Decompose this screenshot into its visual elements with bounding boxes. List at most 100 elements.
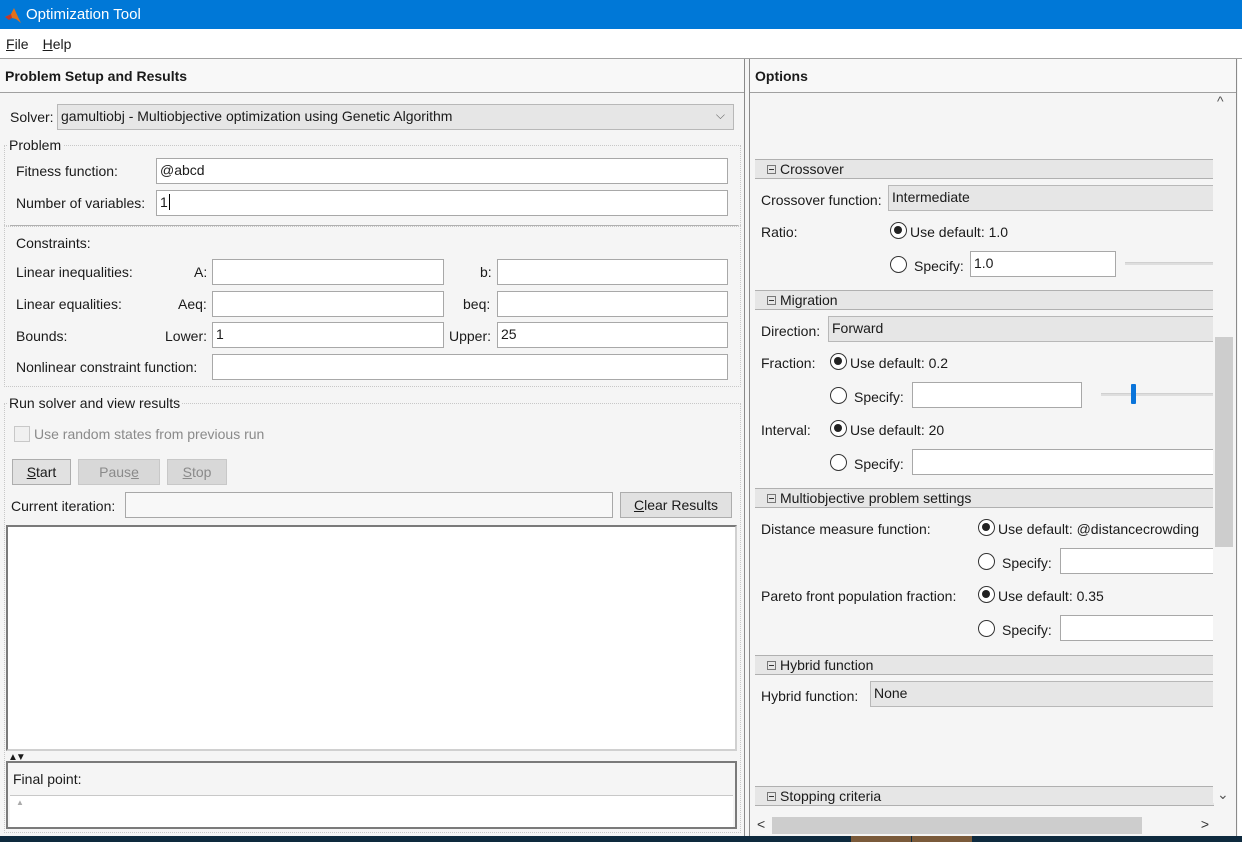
crossover-function-dropdown[interactable]: Intermediate: [888, 185, 1214, 211]
Aeq-label: Aeq:: [178, 296, 207, 312]
run-solver-title: Run solver and view results: [7, 395, 183, 411]
collapse-icon: [767, 660, 776, 670]
fraction-specify-input[interactable]: [912, 382, 1082, 408]
scroll-up-icon[interactable]: ^: [1217, 93, 1224, 109]
stopping-criteria-section-header[interactable]: Stopping criteria: [755, 786, 1214, 806]
chevron-down-icon: ⌵: [715, 108, 725, 122]
distance-default-radio[interactable]: [978, 519, 995, 536]
hybrid-function-label: Hybrid function:: [761, 688, 859, 704]
ratio-specify-input[interactable]: 1.0: [970, 251, 1116, 277]
distance-specify-radio[interactable]: [978, 553, 995, 570]
stop-button[interactable]: Stop: [167, 459, 227, 485]
direction-label: Direction:: [761, 323, 821, 339]
fraction-default-radio[interactable]: [830, 353, 847, 370]
crossover-function-label: Crossover function:: [761, 192, 882, 208]
Aeq-input[interactable]: [212, 291, 444, 317]
window-title: Optimization Tool: [26, 6, 141, 23]
ratio-specify-radio[interactable]: [890, 256, 907, 273]
final-point-label: Final point:: [13, 771, 82, 787]
b-label: b:: [480, 264, 492, 280]
problem-setup-title: Problem Setup and Results: [0, 59, 744, 93]
pareto-default-radio[interactable]: [978, 586, 995, 603]
problem-group-title: Problem: [7, 137, 64, 153]
scroll-down-icon[interactable]: ⌄: [1217, 786, 1229, 803]
fraction-default-label: Use default: 0.2: [850, 355, 949, 371]
fitness-function-input[interactable]: @abcd: [156, 158, 728, 184]
nonlinear-constraint-label: Nonlinear constraint function:: [16, 359, 198, 375]
fitness-function-label: Fitness function:: [16, 163, 118, 179]
multiobjective-section-header[interactable]: Multiobjective problem settings: [755, 488, 1214, 508]
taskbar-item[interactable]: [912, 836, 972, 842]
results-text-area[interactable]: [6, 525, 737, 751]
menu-bar: File Help: [0, 29, 1242, 58]
options-panel: Options Crossover Crossover function: In…: [749, 59, 1237, 837]
ratio-slider[interactable]: [1125, 262, 1214, 265]
menu-file[interactable]: File: [6, 36, 29, 52]
pareto-specify-label: Specify:: [1002, 622, 1052, 638]
solver-value: gamultiobj - Multiobjective optimization…: [61, 108, 453, 124]
menu-help[interactable]: Help: [43, 36, 72, 52]
interval-default-radio[interactable]: [830, 420, 847, 437]
options-vertical-scrollbar[interactable]: ^ ⌄: [1213, 93, 1233, 803]
upper-bound-input[interactable]: 25: [497, 322, 728, 348]
final-point-panel: Final point: ▲: [6, 761, 737, 829]
title-bar: Optimization Tool: [0, 0, 1242, 29]
pareto-specify-radio[interactable]: [978, 620, 995, 637]
taskbar-item[interactable]: [851, 836, 911, 842]
number-of-variables-label: Number of variables:: [16, 195, 146, 211]
crossover-section-header[interactable]: Crossover: [755, 159, 1214, 179]
A-input[interactable]: [212, 259, 444, 285]
problem-setup-panel: Problem Setup and Results Solver: gamult…: [0, 59, 745, 837]
interval-specify-radio[interactable]: [830, 454, 847, 471]
scroll-left-icon[interactable]: <: [757, 816, 765, 832]
pause-button[interactable]: Paus e: [78, 459, 160, 485]
b-input[interactable]: [497, 259, 728, 285]
main-area: Problem Setup and Results Solver: gamult…: [0, 58, 1242, 837]
distance-specify-input[interactable]: [1060, 548, 1214, 574]
solver-dropdown[interactable]: gamultiobj - Multiobjective optimization…: [57, 104, 734, 130]
pareto-fraction-label: Pareto front population fraction:: [761, 588, 957, 604]
clear-results-button[interactable]: Clear Results: [620, 492, 732, 518]
vertical-scroll-thumb[interactable]: [1215, 337, 1233, 547]
nonlinear-constraint-input[interactable]: [212, 354, 728, 380]
current-iteration-label: Current iteration:: [11, 498, 116, 514]
distance-specify-label: Specify:: [1002, 555, 1052, 571]
beq-input[interactable]: [497, 291, 728, 317]
window-edge: [1238, 59, 1242, 837]
collapse-icon: [767, 791, 776, 801]
interval-default-label: Use default: 20: [850, 422, 945, 438]
pareto-default-label: Use default: 0.35: [998, 588, 1104, 604]
start-button[interactable]: Start: [12, 459, 71, 485]
direction-dropdown[interactable]: Forward: [828, 316, 1214, 342]
options-horizontal-scrollbar[interactable]: < >: [753, 815, 1213, 835]
random-states-checkbox[interactable]: [14, 426, 30, 442]
fraction-slider[interactable]: [1101, 393, 1214, 396]
lower-label: Lower:: [165, 328, 208, 344]
lower-bound-input[interactable]: 1: [212, 322, 444, 348]
fraction-slider-thumb[interactable]: [1131, 384, 1136, 404]
A-label: A:: [194, 264, 208, 280]
migration-section-header[interactable]: Migration: [755, 290, 1214, 310]
ratio-default-radio[interactable]: [890, 222, 907, 239]
distance-measure-label: Distance measure function:: [761, 521, 931, 537]
pareto-specify-input[interactable]: [1060, 615, 1214, 641]
bounds-label: Bounds:: [16, 328, 68, 344]
distance-default-label: Use default: @distancecrowding: [998, 521, 1199, 537]
sort-triangle-icon: ▲: [16, 798, 24, 807]
fraction-specify-radio[interactable]: [830, 387, 847, 404]
linear-equalities-label: Linear equalities:: [16, 296, 122, 312]
hybrid-function-dropdown[interactable]: None: [870, 681, 1214, 707]
interval-specify-input[interactable]: [912, 449, 1214, 475]
solver-label: Solver:: [10, 109, 54, 125]
current-iteration-field: [125, 492, 613, 518]
matlab-logo-icon: [5, 7, 21, 23]
ratio-specify-label: Specify:: [914, 258, 964, 274]
scroll-right-icon[interactable]: >: [1201, 816, 1209, 832]
hybrid-section-header[interactable]: Hybrid function: [755, 655, 1214, 675]
horizontal-scroll-thumb[interactable]: [772, 817, 1142, 834]
ratio-default-label: Use default: 1.0: [910, 224, 1009, 240]
collapse-icon: [767, 493, 776, 503]
taskbar-strip: [0, 836, 1242, 842]
final-point-field[interactable]: ▲: [10, 795, 733, 827]
number-of-variables-input[interactable]: 1: [156, 190, 728, 216]
